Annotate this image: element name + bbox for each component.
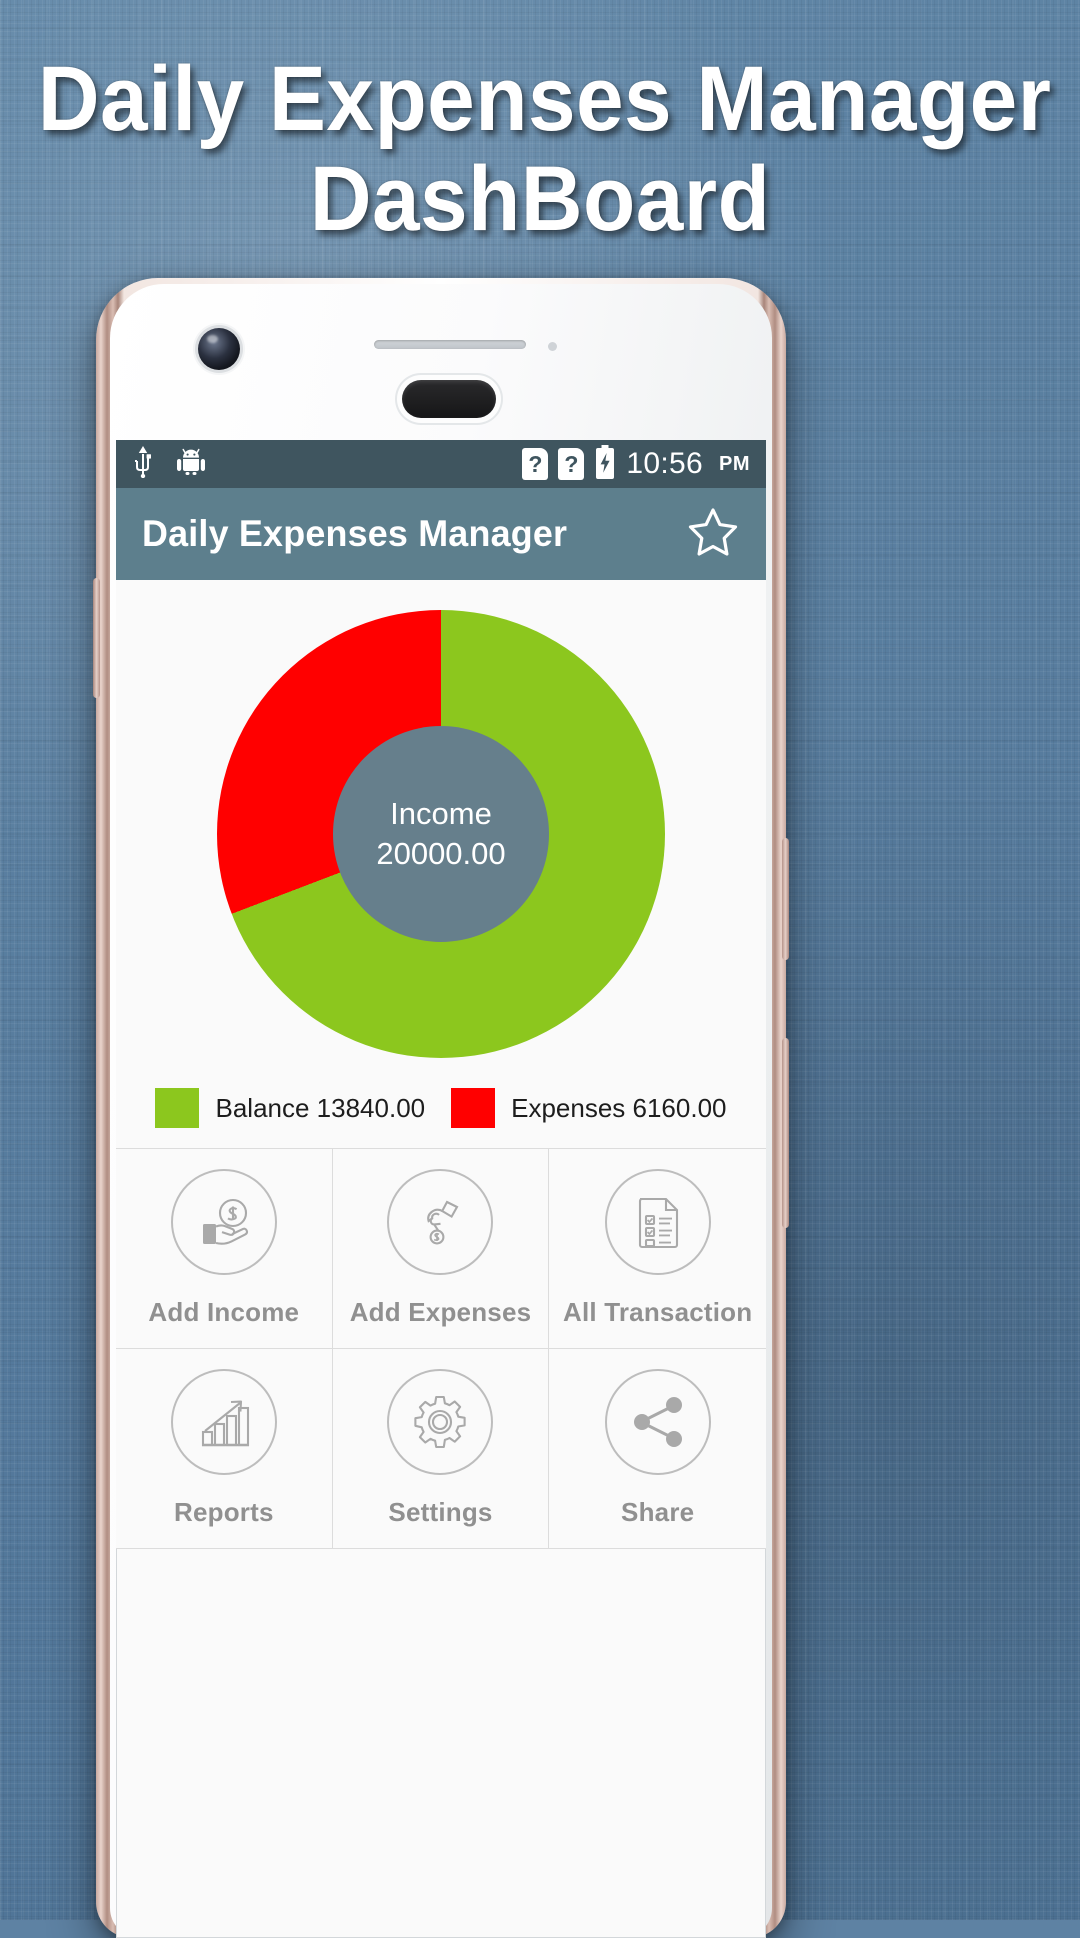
grid-item-settings[interactable]: Settings bbox=[332, 1349, 550, 1549]
grid-label-all-transaction: All Transaction bbox=[562, 1297, 753, 1327]
bar-chart-growth-icon bbox=[170, 1369, 277, 1475]
legend-swatch-expenses bbox=[451, 1088, 496, 1128]
legend-swatch-balance bbox=[155, 1088, 200, 1128]
grid-item-reports[interactable]: Reports bbox=[116, 1349, 333, 1549]
hand-holding-coin-icon bbox=[170, 1169, 277, 1275]
phone-screen: ? ? 10:56 PM Daily Expenses Manager Inco… bbox=[116, 440, 766, 1938]
sim2-unknown-icon: ? bbox=[558, 448, 585, 480]
dashboard-action-grid: Add Income Add Expenses All Transaction … bbox=[116, 1149, 766, 1549]
left-side-button[interactable] bbox=[93, 578, 100, 698]
legend-label-balance: Balance 13840.00 bbox=[215, 1092, 426, 1123]
proximity-sensor bbox=[548, 342, 557, 351]
promo-title-line1: Daily Expenses Manager bbox=[37, 48, 1052, 150]
donut-center-label: Income 20000.00 bbox=[333, 726, 549, 942]
donut-chart: Income 20000.00 bbox=[217, 610, 665, 1058]
status-bar-ampm: PM bbox=[719, 452, 750, 475]
status-bar-clock: 10:56 bbox=[626, 447, 703, 480]
hand-dropping-coin-icon bbox=[387, 1169, 494, 1275]
power-button[interactable] bbox=[782, 838, 789, 960]
grid-label-add-expenses: Add Expenses bbox=[349, 1297, 532, 1327]
grid-item-add-income[interactable]: Add Income bbox=[116, 1149, 333, 1349]
checklist-document-icon bbox=[604, 1169, 711, 1275]
status-bar-right: ? ? 10:56 PM bbox=[522, 444, 750, 484]
android-robot-icon bbox=[176, 448, 206, 480]
grid-item-all-transaction[interactable]: All Transaction bbox=[549, 1149, 766, 1349]
share-nodes-icon bbox=[604, 1369, 711, 1475]
promo-title-line2: DashBoard bbox=[309, 147, 771, 250]
income-value: 20000.00 bbox=[376, 836, 506, 871]
income-label: Income bbox=[390, 796, 492, 832]
chart-legend: Balance 13840.00 Expenses 6160.00 bbox=[116, 1088, 766, 1128]
legend-item-expenses: Expenses 6160.00 bbox=[451, 1088, 727, 1128]
legend-label-expenses: Expenses 6160.00 bbox=[511, 1092, 727, 1123]
app-bar: Daily Expenses Manager bbox=[116, 488, 766, 580]
status-bar-left bbox=[132, 445, 206, 483]
grid-label-reports: Reports bbox=[174, 1497, 274, 1527]
grid-item-add-expenses[interactable]: Add Expenses bbox=[332, 1149, 550, 1349]
grid-label-add-income: Add Income bbox=[148, 1297, 300, 1327]
legend-item-balance: Balance 13840.00 bbox=[155, 1088, 425, 1128]
gear-icon bbox=[387, 1369, 494, 1475]
star-outline-icon[interactable] bbox=[686, 506, 740, 563]
sim1-unknown-icon: ? bbox=[522, 448, 549, 480]
grid-item-share[interactable]: Share bbox=[549, 1349, 766, 1549]
front-camera-icon bbox=[198, 328, 240, 370]
promo-heading: Daily Expenses Manager DashBoard bbox=[0, 48, 1080, 250]
battery-charging-icon bbox=[594, 444, 616, 484]
home-button[interactable] bbox=[402, 380, 496, 418]
grid-label-share: Share bbox=[621, 1497, 695, 1527]
app-bar-title: Daily Expenses Manager bbox=[142, 513, 568, 554]
phone-mockup: ? ? 10:56 PM Daily Expenses Manager Inco… bbox=[93, 278, 789, 1938]
volume-button[interactable] bbox=[782, 1038, 789, 1228]
earpiece-speaker bbox=[374, 340, 526, 349]
grid-label-settings: Settings bbox=[388, 1497, 493, 1527]
usb-icon bbox=[132, 445, 154, 483]
summary-chart-card: Income 20000.00 Balance 13840.00 Expense… bbox=[116, 580, 766, 1149]
status-bar: ? ? 10:56 PM bbox=[116, 440, 766, 488]
